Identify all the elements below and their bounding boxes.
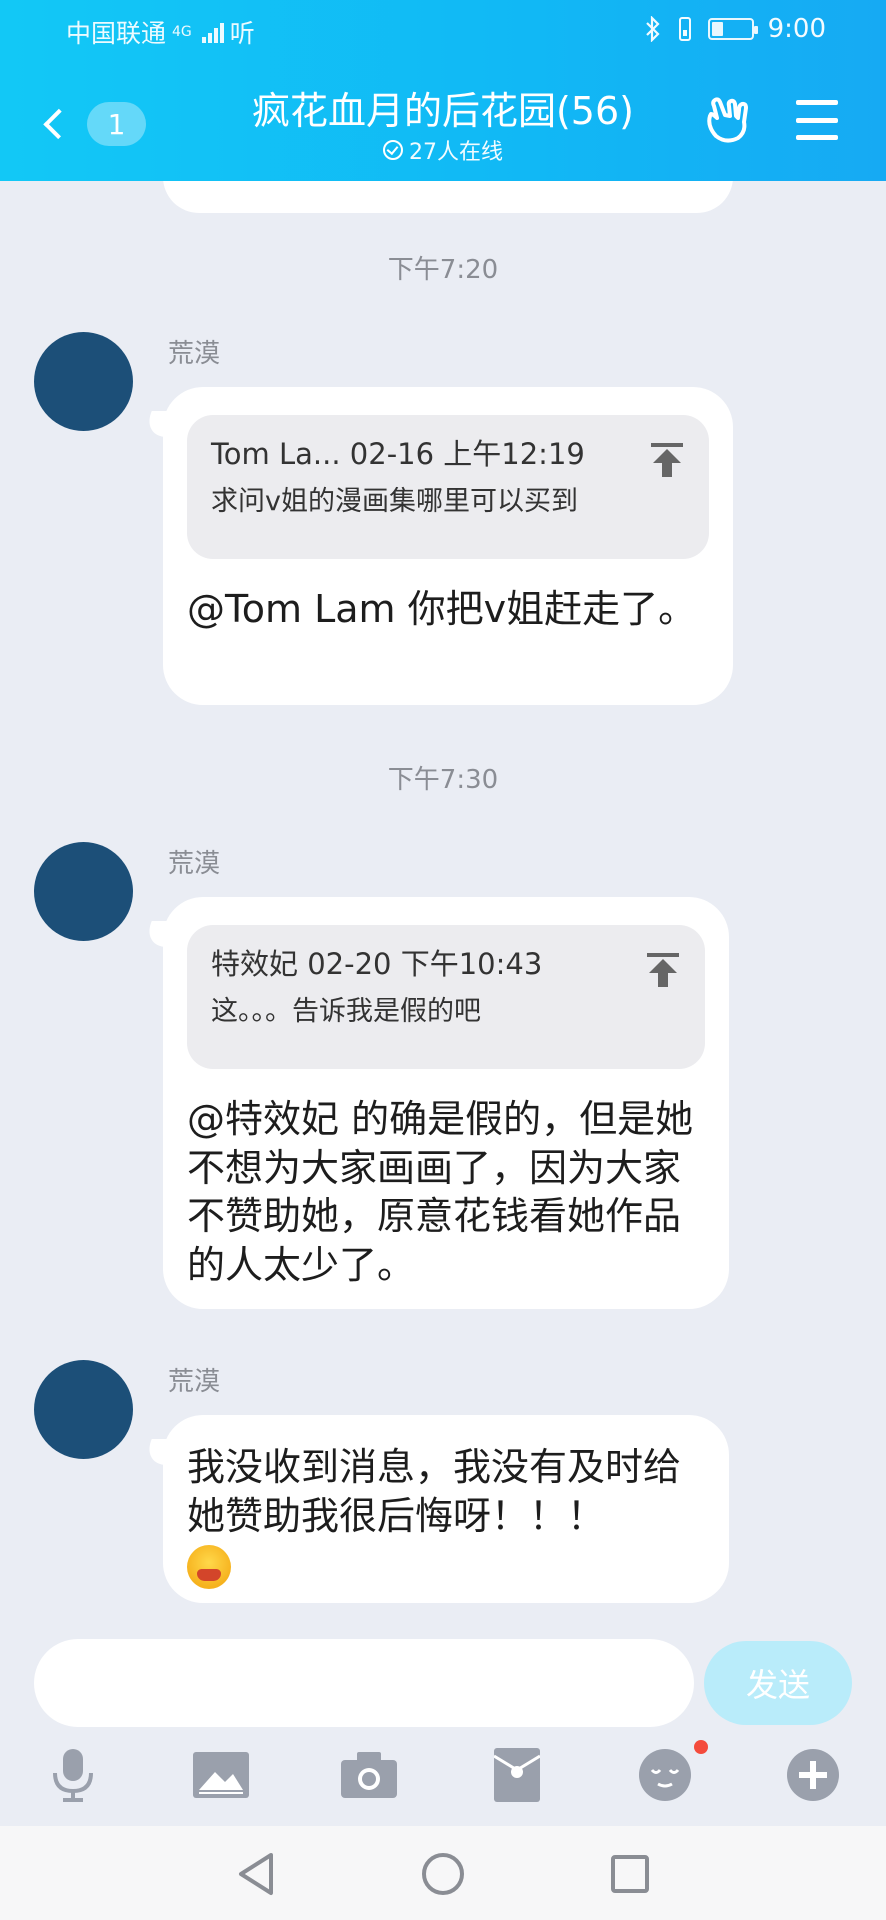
message-bubble[interactable]: 我没收到消息，我没有及时给她赞助我很后悔呀！！！ xyxy=(163,1415,729,1603)
home-circle-icon[interactable] xyxy=(415,1846,471,1902)
timestamp: 下午7:20 xyxy=(387,255,499,285)
message-bubble[interactable]: Tom La... 02-16 上午12:19 求问v姐的漫画集哪里可以买到 @… xyxy=(163,387,733,705)
quoted-text: 求问v姐的漫画集哪里可以买到 xyxy=(211,485,578,517)
signal-icon xyxy=(201,21,224,43)
message-text: 我没收到消息，我没有及时给她赞助我很后悔呀！！！ xyxy=(187,1443,705,1589)
send-button[interactable]: 发送 xyxy=(704,1641,852,1725)
emoji-icon[interactable] xyxy=(630,1740,700,1810)
bluetooth-icon xyxy=(645,16,660,42)
input-toolbar xyxy=(0,1740,886,1824)
sender-name: 荒漠 xyxy=(168,1367,221,1397)
message-bubble[interactable]: 特效妃 02-20 下午10:43 这。。。告诉我是假的吧 @特效妃 的确是假的… xyxy=(163,897,729,1309)
notification-dot xyxy=(694,1740,708,1754)
message-text-content: 我没收到消息，我没有及时给她赞助我很后悔呀！！！ xyxy=(187,1445,682,1538)
network-label: 4G xyxy=(172,24,192,40)
message-text: @Tom Lam 你把v姐赶走了。 xyxy=(187,587,697,631)
recents-square-icon[interactable] xyxy=(602,1846,658,1902)
message-text: @特效妃 的确是假的，但是她不想为大家画画了，因为大家不赞助她，原意花钱看她作品… xyxy=(187,1097,694,1287)
sender-name: 荒漠 xyxy=(168,339,221,369)
back-triangle-icon[interactable] xyxy=(228,1846,284,1902)
previous-message-bubble xyxy=(163,181,733,213)
plus-icon[interactable] xyxy=(778,1740,848,1810)
jump-to-top-icon[interactable] xyxy=(651,443,683,477)
status-bar: 中国联通 4G 听 9:00 xyxy=(0,0,886,60)
quoted-header: 特效妃 02-20 下午10:43 xyxy=(211,947,543,981)
quoted-message[interactable]: Tom La... 02-16 上午12:19 求问v姐的漫画集哪里可以买到 xyxy=(187,415,709,559)
menu-icon[interactable] xyxy=(796,100,838,140)
clock: 9:00 xyxy=(767,14,826,44)
vibrate-icon xyxy=(678,17,691,41)
image-icon[interactable] xyxy=(186,1740,256,1810)
online-count: 27人在线 xyxy=(409,140,503,165)
quoted-message[interactable]: 特效妃 02-20 下午10:43 这。。。告诉我是假的吧 xyxy=(187,925,705,1069)
timestamp: 下午7:30 xyxy=(387,765,499,795)
quoted-header: Tom La... 02-16 上午12:19 xyxy=(211,437,585,471)
battery-icon xyxy=(707,18,758,40)
carrier-label: 中国联通 xyxy=(66,19,167,48)
avatar[interactable] xyxy=(34,332,133,431)
check-circle-icon xyxy=(383,140,403,160)
camera-icon[interactable] xyxy=(334,1740,404,1810)
system-navbar xyxy=(0,1826,886,1920)
status-extra-label: 听 xyxy=(229,19,255,48)
jump-to-top-icon[interactable] xyxy=(647,953,679,987)
red-packet-icon[interactable] xyxy=(482,1740,552,1810)
status-left: 中国联通 4G 听 xyxy=(66,14,255,50)
rock-hand-icon[interactable] xyxy=(702,92,756,146)
message-input[interactable] xyxy=(34,1639,694,1727)
microphone-icon[interactable] xyxy=(38,1740,108,1810)
chat-area[interactable]: 下午7:20 荒漠 Tom La... 02-16 上午12:19 求问v姐的漫… xyxy=(0,181,886,1631)
sender-name: 荒漠 xyxy=(168,849,221,879)
crying-emoji-icon xyxy=(187,1544,231,1589)
status-right: 9:00 xyxy=(644,14,826,44)
avatar[interactable] xyxy=(34,1360,133,1459)
quoted-text: 这。。。告诉我是假的吧 xyxy=(211,995,481,1027)
chat-header: 中国联通 4G 听 9:00 1 疯花血月的后花园(56) 27人在线 xyxy=(0,0,886,181)
avatar[interactable] xyxy=(34,842,133,941)
